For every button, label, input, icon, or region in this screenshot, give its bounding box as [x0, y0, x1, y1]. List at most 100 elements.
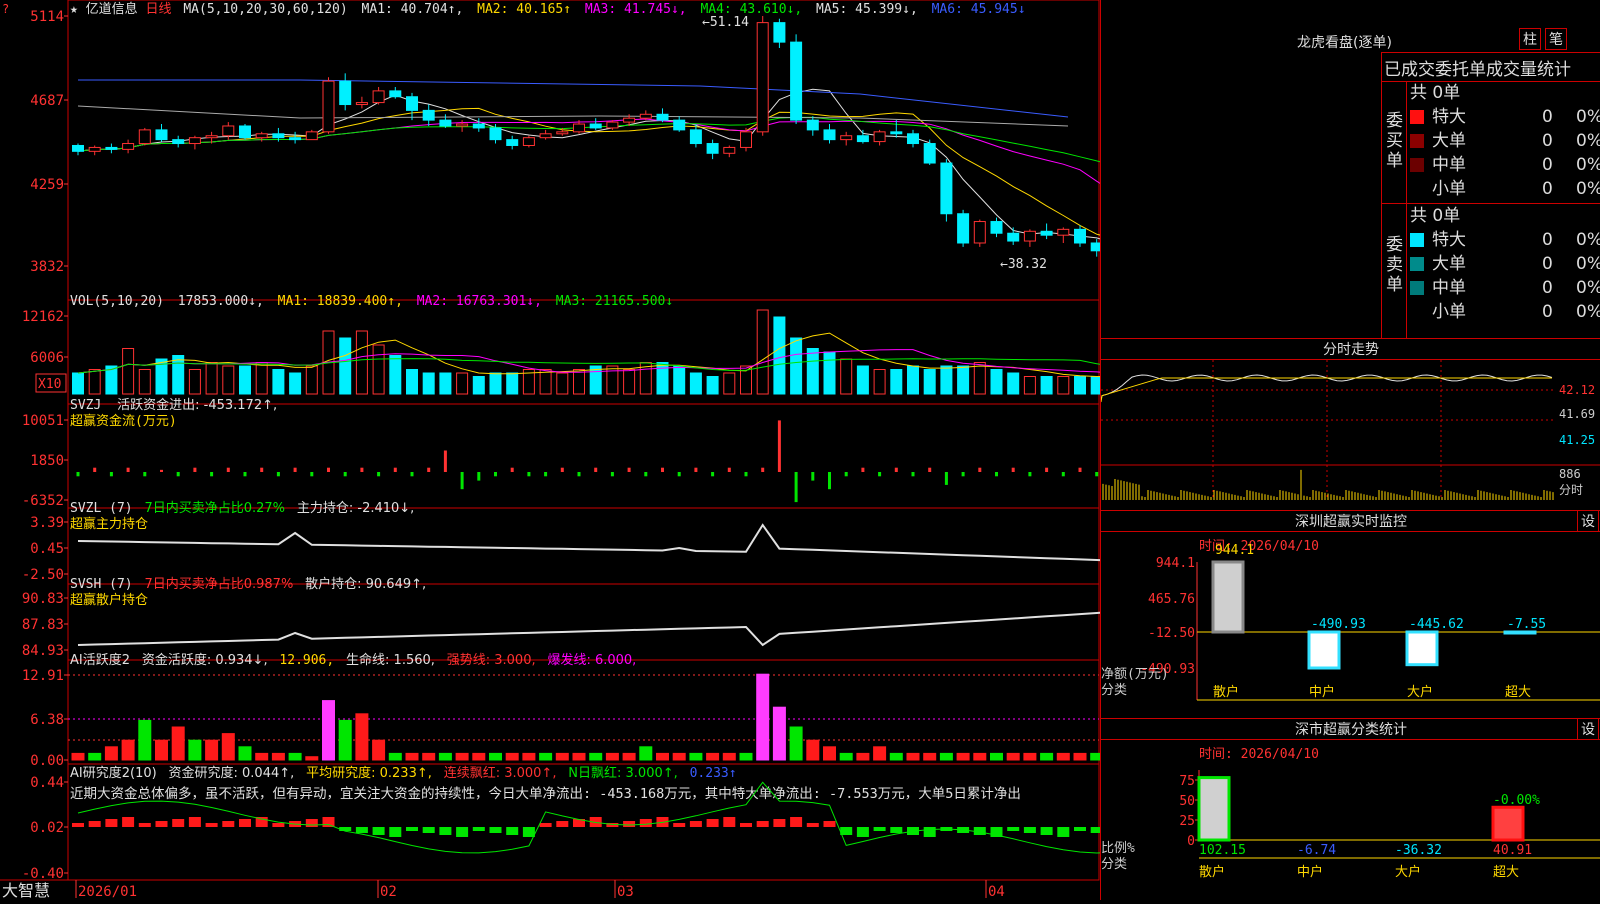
monitor-value-label: -7.55 — [1507, 617, 1546, 632]
activity-bar — [238, 746, 252, 761]
candle-body — [673, 119, 686, 131]
monitor-value-label: -490.93 — [1311, 617, 1366, 632]
monitor-tick-label: 465.76 — [1148, 592, 1195, 607]
classify-bar — [1197, 776, 1231, 842]
order-type-label: 特大 — [1432, 107, 1466, 127]
order-percent: 0% — [1576, 230, 1600, 250]
activity-bar — [939, 752, 953, 761]
volume-bar — [305, 365, 318, 395]
activity-bar — [823, 746, 836, 761]
classify-title: 深市超赢分类统计 — [1101, 718, 1600, 740]
candle-body — [639, 113, 652, 119]
flow-bar — [210, 472, 214, 477]
volume-bar — [706, 376, 719, 395]
activity-bar — [355, 713, 369, 761]
activity-bar — [956, 752, 970, 761]
activity-bar — [372, 739, 386, 761]
axis-tick-label: 4687 — [30, 93, 64, 109]
volume-bar — [840, 358, 853, 395]
activity-bar — [689, 752, 703, 761]
volume-bar — [1007, 372, 1020, 395]
color-swatch — [1410, 158, 1424, 172]
order-count: 0 — [1542, 155, 1553, 175]
candle-body — [923, 143, 936, 164]
order-count: 0 — [1542, 278, 1553, 298]
volume-bar — [422, 372, 435, 395]
sell-orders-table: 共 0单 特大 0 0% 大单 0 0% 中单 0 0% 小单 0 0% — [1410, 204, 1600, 324]
svzj-axis: 10051 1850 -6352 — [22, 413, 68, 509]
flow-bar — [360, 467, 364, 472]
candle-body — [623, 117, 636, 123]
classify-category-label: 散户 — [1199, 864, 1225, 880]
monitor-axis-label: 净额(万元) — [1101, 667, 1169, 682]
activity-bar — [572, 752, 586, 761]
candle-body — [439, 119, 452, 127]
monitor-value-label: -445.62 — [1409, 617, 1464, 632]
flow-bar — [1061, 472, 1065, 477]
flow-bar — [711, 472, 715, 477]
research-bar — [472, 827, 485, 831]
volume-bar — [923, 369, 936, 395]
activity-bar — [973, 752, 987, 761]
volume-bar — [806, 348, 819, 395]
axis-tick-label: 6.38 — [30, 712, 64, 728]
candle-body — [389, 90, 402, 98]
candle-body — [740, 131, 752, 148]
kline-svg[interactable]: ? ★ 亿道信息 日线 MA(5,10,20,30,60,120) MA1: 4… — [0, 0, 1170, 900]
kline-chart-area[interactable]: ? ★ 亿道信息 日线 MA(5,10,20,30,60,120) MA1: 4… — [0, 0, 1170, 900]
activity-bar — [539, 752, 553, 761]
order-percent: 0% — [1576, 107, 1600, 127]
research-bar — [823, 821, 836, 827]
monitor-settings-button[interactable]: 设 — [1577, 510, 1599, 532]
color-swatch — [1410, 305, 1424, 319]
research-bar — [372, 827, 385, 835]
volume-bar — [372, 344, 385, 395]
candle-body — [506, 139, 519, 146]
research-bar — [1040, 827, 1053, 835]
bar-mode-button[interactable]: 柱 — [1519, 28, 1541, 50]
classify-bar — [1491, 805, 1525, 842]
candle-body — [372, 90, 385, 104]
intraday-tick-label: 41.25 — [1559, 433, 1595, 447]
flow-bar — [1095, 472, 1099, 477]
activity-bar — [772, 706, 786, 761]
classify-settings-button[interactable]: 设 — [1577, 718, 1599, 740]
price-header: ★ 亿道信息 日线 MA(5,10,20,30,60,120) MA1: 40.… — [70, 1, 1026, 17]
axis-tick-label: 4259 — [30, 177, 64, 193]
flow-bar — [978, 467, 982, 472]
activity-bar — [255, 752, 269, 761]
flow-bar — [494, 472, 497, 477]
monitor-category-label: 散户 — [1213, 684, 1239, 700]
volume-bar — [122, 348, 135, 395]
research-bar — [239, 819, 251, 827]
candle-body — [155, 129, 168, 141]
svzl-header: SVZL (7) 7日内买卖净占比0.27% 主力持仓: -2.410↓, — [70, 500, 414, 516]
svzl-axis: 3.39 0.45 -2.50 — [22, 515, 68, 583]
volume-bar — [907, 365, 919, 395]
activity-bar — [489, 752, 502, 761]
flow-bar — [527, 472, 531, 477]
candle-body — [1090, 242, 1103, 252]
monitor-bar — [1405, 630, 1439, 667]
flow-bar — [594, 467, 598, 472]
volume-bar — [823, 351, 836, 395]
activity-bar — [1056, 752, 1070, 761]
activity-bar — [756, 673, 770, 761]
candle-body — [689, 129, 702, 145]
low-price-label: ←38.32 — [1000, 257, 1047, 272]
volume-bar — [1040, 376, 1053, 395]
intraday-tick-label: 41.69 — [1559, 407, 1595, 421]
research-bar — [856, 827, 869, 837]
activity-bar — [1006, 752, 1020, 761]
candle-body — [472, 123, 485, 129]
flow-bar — [310, 472, 314, 477]
flow-bar — [844, 472, 848, 477]
pen-mode-button[interactable]: 笔 — [1545, 28, 1567, 50]
flow-bar — [193, 467, 197, 472]
volume-bar — [456, 372, 469, 395]
activity-bar — [121, 739, 135, 761]
candle-body — [773, 22, 786, 43]
axis-tick-label: 0.00 — [30, 753, 64, 769]
order-stats-title: 已成交委托单成交量统计 — [1384, 60, 1571, 80]
intraday-chart[interactable]: 42.12 41.69 41.25 886 分时 — [1101, 360, 1600, 510]
